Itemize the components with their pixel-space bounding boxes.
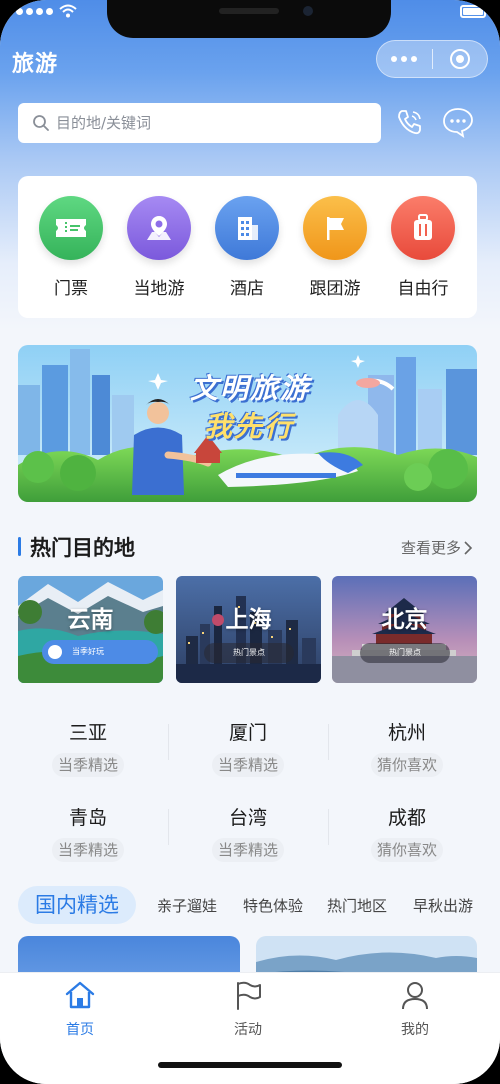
city-item[interactable]: 杭州 猜你喜欢 — [352, 718, 462, 777]
destination-name: 北京 — [381, 607, 428, 633]
hot-destinations-header: 热门目的地 查看更多 — [18, 532, 477, 560]
category-hotel[interactable]: 酒店 — [203, 196, 291, 299]
wifi-icon — [59, 4, 77, 18]
tab-early-autumn[interactable]: 早秋出游 — [413, 895, 473, 916]
category-label: 门票 — [54, 279, 88, 299]
destination-card-beijing[interactable]: 北京 热门景点 — [332, 576, 477, 683]
tab-label: 首页 — [66, 1022, 94, 1038]
city-tag: 当季精选 — [51, 753, 124, 777]
battery-icon — [460, 5, 486, 18]
phone-icon[interactable] — [392, 104, 428, 140]
mini-program-capsule — [376, 40, 488, 78]
tab-label: 活动 — [234, 1022, 262, 1038]
city-tag: 猜你喜欢 — [370, 753, 443, 777]
city-name: 青岛 — [68, 807, 107, 829]
destination-tag: 热门景点 — [204, 643, 294, 663]
city-item[interactable]: 厦门 当季精选 — [193, 718, 303, 777]
category-label: 酒店 — [230, 279, 264, 299]
category-label: 跟团游 — [309, 279, 361, 299]
see-more-label: 查看更多 — [400, 539, 461, 557]
tab-home[interactable]: 首页 — [35, 979, 125, 1039]
city-tag: 当季精选 — [211, 753, 284, 777]
more-options-icon[interactable] — [377, 56, 432, 62]
category-card: 门票 当地游 酒店 跟团游 自由行 — [18, 176, 477, 318]
city-tag: 当季精选 — [211, 838, 284, 862]
city-name: 成都 — [387, 807, 426, 829]
building-icon — [215, 196, 279, 260]
search-icon — [33, 115, 49, 131]
message-icon[interactable] — [440, 104, 476, 140]
status-bar-battery — [460, 5, 486, 18]
luggage-icon — [391, 196, 455, 260]
destination-name: 云南 — [67, 607, 114, 633]
city-item[interactable]: 青岛 当季精选 — [33, 803, 143, 862]
category-group-tours[interactable]: 跟团游 — [291, 196, 379, 299]
banner-slogan-line1: 文明旅游 — [190, 372, 311, 405]
tab-profile[interactable]: 我的 — [370, 979, 460, 1039]
city-item[interactable]: 成都 猜你喜欢 — [352, 803, 462, 862]
home-indicator — [158, 1062, 342, 1068]
flag-outline-icon — [237, 981, 261, 1010]
destination-card-shanghai[interactable]: 上海 热门景点 — [176, 576, 321, 683]
category-free-travel[interactable]: 自由行 — [379, 196, 467, 299]
tab-family[interactable]: 亲子遛娃 — [157, 895, 217, 916]
category-tickets[interactable]: 门票 — [27, 196, 115, 299]
chevron-right-icon — [464, 540, 473, 555]
location-pin-icon — [48, 645, 62, 659]
signal-icon — [16, 7, 53, 15]
ticket-icon — [39, 196, 103, 260]
user-icon — [402, 982, 428, 1010]
city-tag: 猜你喜欢 — [370, 838, 443, 862]
category-label: 自由行 — [397, 279, 449, 299]
tab-hot-regions[interactable]: 热门地区 — [327, 895, 387, 916]
status-bar-signal — [16, 4, 77, 18]
promo-banner[interactable]: 文明旅游 我先行 — [18, 345, 477, 502]
banner-slogan-line2: 我先行 — [204, 410, 295, 443]
city-tag: 当季精选 — [51, 838, 124, 862]
city-name: 台湾 — [228, 807, 267, 829]
home-icon — [65, 981, 95, 1009]
section-title: 热门目的地 — [30, 536, 135, 560]
category-tabs: 国内精选 亲子遛娃 特色体验 热门地区 早秋出游 — [18, 886, 488, 924]
city-name: 杭州 — [387, 722, 426, 744]
category-label: 当地游 — [133, 279, 185, 299]
see-more-link[interactable]: 查看更多 — [401, 537, 473, 558]
phone-screen: 旅游 目的地/关键词 门票 当地游 酒店 跟团游 自由行 文明旅游 我先行 热门… — [0, 0, 500, 1084]
destination-tag: 热门景点 — [360, 643, 450, 663]
search-bar[interactable] — [18, 103, 381, 143]
search-input[interactable] — [56, 114, 356, 132]
device-notch — [107, 0, 391, 38]
tab-label: 我的 — [401, 1022, 429, 1038]
city-name: 厦门 — [228, 722, 267, 744]
tab-experience[interactable]: 特色体验 — [243, 895, 303, 916]
destination-name: 上海 — [225, 607, 272, 633]
map-pin-icon — [127, 196, 191, 260]
tab-activity[interactable]: 活动 — [203, 979, 293, 1039]
tab-domestic[interactable]: 国内精选 — [18, 886, 136, 924]
city-name: 三亚 — [68, 722, 107, 744]
destination-card-yunnan[interactable]: 云南 当季好玩 — [18, 576, 163, 683]
page-title: 旅游 — [12, 52, 59, 77]
close-program-icon[interactable] — [432, 49, 487, 69]
category-local-tours[interactable]: 当地游 — [115, 196, 203, 299]
city-item[interactable]: 三亚 当季精选 — [33, 718, 143, 777]
flag-icon — [303, 196, 367, 260]
city-item[interactable]: 台湾 当季精选 — [193, 803, 303, 862]
